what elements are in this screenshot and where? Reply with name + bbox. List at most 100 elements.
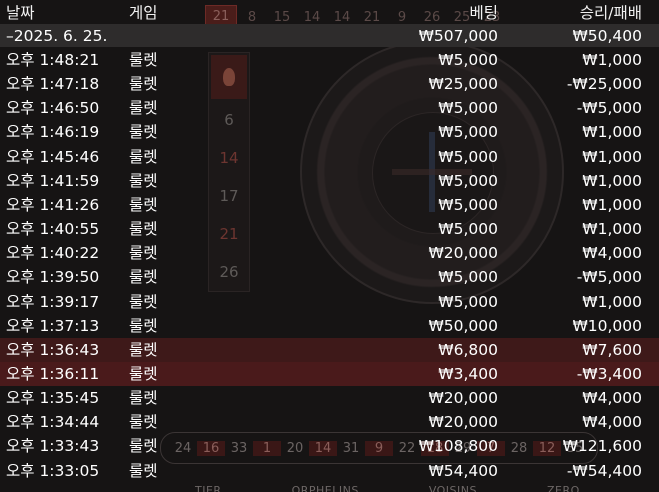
row-game: 룰렛 bbox=[129, 292, 158, 311]
row-game: 룰렛 bbox=[129, 413, 158, 432]
row-result: ₩121,600 bbox=[562, 437, 642, 456]
row-time: 오후 1:39:17 bbox=[6, 292, 100, 311]
column-header-result[interactable]: 승리/패배 bbox=[580, 0, 642, 26]
row-bet: ₩6,800 bbox=[438, 340, 498, 359]
row-time: 오후 1:33:05 bbox=[6, 461, 100, 480]
row-bet: ₩3,400 bbox=[438, 364, 498, 383]
table-row[interactable]: 오후 1:48:21 룰렛 ₩5,000 ₩1,000 bbox=[0, 48, 659, 72]
table-row[interactable]: 오후 1:37:13 룰렛 ₩50,000 ₩10,000 bbox=[0, 314, 659, 338]
row-result: -₩54,400 bbox=[566, 461, 642, 480]
row-game: 룰렛 bbox=[129, 75, 158, 94]
row-result: -₩5,000 bbox=[576, 268, 642, 287]
table-row[interactable]: 오후 1:39:17 룰렛 ₩5,000 ₩1,000 bbox=[0, 290, 659, 314]
row-time: 오후 1:40:55 bbox=[6, 220, 100, 239]
row-bet: ₩5,000 bbox=[438, 220, 498, 239]
row-bet: ₩5,000 bbox=[438, 195, 498, 214]
row-result: ₩4,000 bbox=[582, 413, 642, 432]
row-time: 오후 1:33:43 bbox=[6, 437, 100, 456]
column-header-date[interactable]: 날짜 bbox=[6, 0, 35, 26]
row-result: -₩5,000 bbox=[576, 99, 642, 118]
column-header-bet[interactable]: 베팅 bbox=[469, 0, 498, 26]
row-bet: ₩54,400 bbox=[428, 461, 498, 480]
table-row[interactable]: 오후 1:33:43 룰렛 ₩108,800 ₩121,600 bbox=[0, 434, 659, 458]
row-result: ₩1,000 bbox=[582, 220, 642, 239]
date-group-row[interactable]: –2025. 6. 25. ₩507,000 ₩50,400 bbox=[0, 24, 659, 47]
table-row[interactable]: 오후 1:47:18 룰렛 ₩25,000 -₩25,000 bbox=[0, 72, 659, 96]
row-bet: ₩5,000 bbox=[438, 292, 498, 311]
table-row[interactable]: 오후 1:39:50 룰렛 ₩5,000 -₩5,000 bbox=[0, 265, 659, 289]
row-time: 오후 1:36:43 bbox=[6, 340, 100, 359]
row-time: 오후 1:37:13 bbox=[6, 316, 100, 335]
row-bet: ₩5,000 bbox=[438, 268, 498, 287]
row-bet: ₩5,000 bbox=[438, 51, 498, 69]
row-result: ₩10,000 bbox=[572, 316, 642, 335]
row-bet: ₩5,000 bbox=[438, 171, 498, 190]
row-result: ₩4,000 bbox=[582, 389, 642, 408]
row-time: 오후 1:46:19 bbox=[6, 123, 100, 142]
row-time: 오후 1:34:44 bbox=[6, 413, 100, 432]
row-result: ₩4,000 bbox=[582, 244, 642, 263]
row-bet: ₩5,000 bbox=[438, 147, 498, 166]
row-game: 룰렛 bbox=[129, 461, 158, 480]
row-result: ₩1,000 bbox=[582, 147, 642, 166]
row-game: 룰렛 bbox=[129, 340, 158, 359]
row-game: 룰렛 bbox=[129, 171, 158, 190]
row-bet: ₩20,000 bbox=[428, 413, 498, 432]
group-date: –2025. 6. 25. bbox=[6, 27, 108, 45]
row-game: 룰렛 bbox=[129, 99, 158, 118]
row-game: 룰렛 bbox=[129, 220, 158, 239]
table-row[interactable]: 오후 1:40:55 룰렛 ₩5,000 ₩1,000 bbox=[0, 217, 659, 241]
table-row[interactable]: 오후 1:36:43 룰렛 ₩6,800 ₩7,600 bbox=[0, 337, 659, 362]
table-row[interactable]: 오후 1:36:11 룰렛 ₩3,400 -₩3,400 bbox=[0, 361, 659, 386]
row-bet: ₩20,000 bbox=[428, 244, 498, 263]
row-time: 오후 1:35:45 bbox=[6, 389, 100, 408]
row-bet: ₩108,800 bbox=[418, 437, 498, 456]
table-row[interactable]: 오후 1:34:44 룰렛 ₩20,000 ₩4,000 bbox=[0, 410, 659, 434]
row-bet: ₩20,000 bbox=[428, 389, 498, 408]
group-result-total: ₩50,400 bbox=[572, 27, 642, 45]
table-row[interactable]: 오후 1:41:59 룰렛 ₩5,000 ₩1,000 bbox=[0, 169, 659, 193]
row-time: 오후 1:47:18 bbox=[6, 75, 100, 94]
table-row[interactable]: 오후 1:33:05 룰렛 ₩54,400 -₩54,400 bbox=[0, 459, 659, 483]
table-header: 날짜 게임 베팅 승리/패배 bbox=[0, 0, 659, 26]
row-game: 룰렛 bbox=[129, 123, 158, 142]
row-result: ₩1,000 bbox=[582, 171, 642, 190]
row-result: -₩25,000 bbox=[566, 75, 642, 94]
table-row[interactable]: 오후 1:41:26 룰렛 ₩5,000 ₩1,000 bbox=[0, 193, 659, 217]
table-row[interactable]: 오후 1:46:19 룰렛 ₩5,000 ₩1,000 bbox=[0, 120, 659, 144]
row-game: 룰렛 bbox=[129, 389, 158, 408]
table-row[interactable]: 오후 1:45:46 룰렛 ₩5,000 ₩1,000 bbox=[0, 145, 659, 169]
row-result: ₩1,000 bbox=[582, 292, 642, 311]
row-game: 룰렛 bbox=[129, 51, 158, 69]
row-result: ₩1,000 bbox=[582, 195, 642, 214]
row-bet: ₩5,000 bbox=[438, 99, 498, 118]
row-time: 오후 1:46:50 bbox=[6, 99, 100, 118]
row-time: 오후 1:48:21 bbox=[6, 51, 100, 69]
row-game: 룰렛 bbox=[129, 316, 158, 335]
row-game: 룰렛 bbox=[129, 147, 158, 166]
row-game: 룰렛 bbox=[129, 437, 158, 456]
group-bet-total: ₩507,000 bbox=[418, 27, 498, 45]
row-result: ₩1,000 bbox=[582, 123, 642, 142]
row-game: 룰렛 bbox=[129, 364, 158, 383]
row-game: 룰렛 bbox=[129, 244, 158, 263]
row-bet: ₩50,000 bbox=[428, 316, 498, 335]
row-result: ₩7,600 bbox=[582, 340, 642, 359]
row-game: 룰렛 bbox=[129, 268, 158, 287]
row-result: ₩1,000 bbox=[582, 51, 642, 69]
betting-history-table: 날짜 게임 베팅 승리/패배 –2025. 6. 25. ₩507,000 ₩5… bbox=[0, 0, 659, 492]
row-time: 오후 1:41:59 bbox=[6, 171, 100, 190]
row-time: 오후 1:36:11 bbox=[6, 364, 100, 383]
column-header-game[interactable]: 게임 bbox=[129, 0, 158, 26]
table-row[interactable]: 오후 1:46:50 룰렛 ₩5,000 -₩5,000 bbox=[0, 96, 659, 120]
table-row[interactable]: 오후 1:35:45 룰렛 ₩20,000 ₩4,000 bbox=[0, 386, 659, 410]
row-game: 룰렛 bbox=[129, 195, 158, 214]
row-bet: ₩25,000 bbox=[428, 75, 498, 94]
row-result: -₩3,400 bbox=[576, 364, 642, 383]
row-bet: ₩5,000 bbox=[438, 123, 498, 142]
table-row[interactable]: 오후 1:40:22 룰렛 ₩20,000 ₩4,000 bbox=[0, 241, 659, 265]
row-time: 오후 1:41:26 bbox=[6, 195, 100, 214]
row-time: 오후 1:39:50 bbox=[6, 268, 100, 287]
row-time: 오후 1:45:46 bbox=[6, 147, 100, 166]
row-time: 오후 1:40:22 bbox=[6, 244, 100, 263]
